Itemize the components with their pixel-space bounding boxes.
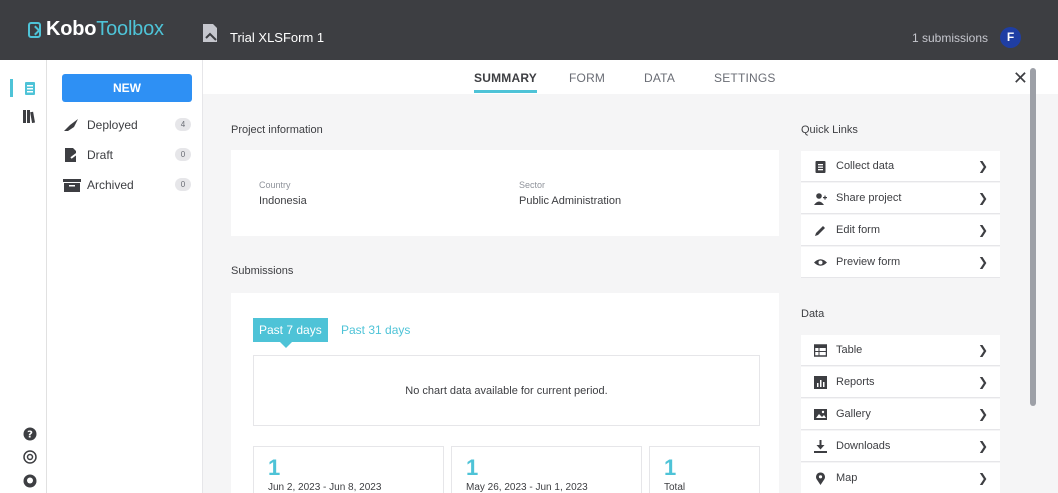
reports-icon [814,375,827,389]
submissions-count: 1 submissions [911,31,988,45]
table-icon [814,343,827,357]
github-icon[interactable] [23,474,37,488]
new-project-button[interactable]: NEW [62,74,192,102]
data-link-label: Downloads [836,440,891,452]
stat-previous-period: 1 May 26, 2023 - Jun 1, 2023 [451,446,642,493]
add-user-icon [814,192,827,205]
country-value: Indonesia [259,195,307,207]
data-link-label: Gallery [836,408,871,420]
chevron-right-icon: ❯ [977,439,988,453]
data-link-table[interactable]: Table ❯ [801,335,1000,366]
stat-number: 1 [466,455,479,480]
quick-link-collect-data[interactable]: Collect data ❯ [801,151,1000,182]
chevron-right-icon: ❯ [977,255,988,269]
data-link-label: Reports [836,376,875,388]
stat-range: May 26, 2023 - Jun 1, 2023 [466,482,588,493]
period-past-31-days-button[interactable]: Past 31 days [335,318,416,342]
main-content: SUMMARY FORM DATA SETTINGS ✕ Project inf… [203,60,1058,493]
data-link-label: Table [836,344,863,356]
quick-link-preview-form[interactable]: Preview form ❯ [801,247,1000,278]
draft-icon [65,148,80,162]
chevron-right-icon: ❯ [977,223,988,237]
quick-link-label: Preview form [836,256,901,268]
stat-current-period: 1 Jun 2, 2023 - Jun 8, 2023 [253,446,444,493]
archive-icon [63,179,81,192]
sector-value: Public Administration [519,195,622,207]
icon-rail: ? [0,60,47,493]
chevron-right-icon: ❯ [977,191,988,205]
tab-bar: SUMMARY FORM DATA SETTINGS ✕ [203,60,1058,94]
chevron-right-icon: ❯ [977,343,988,357]
tab-form[interactable]: FORM [569,71,605,85]
sidebar-item-label: Archived [87,178,134,192]
logo-text-kobo: Kobo [46,18,97,40]
sidebar-item-draft[interactable]: Draft 0 [63,146,191,164]
tab-data[interactable]: DATA [644,71,675,85]
quick-link-label: Collect data [836,160,895,172]
top-header: Kobo Toolbox Trial XLSForm 1 1 submission… [0,0,1058,60]
no-chart-data-message: No chart data available for current peri… [405,385,608,397]
tab-settings[interactable]: SETTINGS [714,71,776,85]
data-links-title: Data [801,308,825,320]
chevron-right-icon: ❯ [977,159,988,173]
tab-summary[interactable]: SUMMARY [474,71,537,93]
rocket-icon [64,119,78,131]
stat-number: 1 [664,455,677,480]
stat-total: 1 Total [649,446,760,493]
pencil-icon [815,225,825,236]
quick-link-edit-form[interactable]: Edit form ❯ [801,215,1000,246]
quick-link-label: Edit form [836,224,881,236]
project-info-card: Country Indonesia Sector Public Administ… [231,150,779,236]
sidebar-item-archived[interactable]: Archived 0 [63,176,191,194]
kobo-logo-icon [28,21,41,38]
project-title: Trial XLSForm 1 [230,30,325,45]
sidebar-item-label: Draft [87,148,114,162]
period-past-7-days-button[interactable]: Past 7 days [253,318,328,348]
gallery-icon [814,408,827,420]
data-link-reports[interactable]: Reports ❯ [801,367,1000,398]
country-label: Country [259,180,291,190]
logo-text-toolbox: Toolbox [96,18,164,40]
clipboard-icon [815,160,826,173]
library-icon[interactable] [23,109,37,123]
forms-icon[interactable] [23,81,37,95]
sidebar-item-count: 0 [175,178,191,191]
sidebar-item-label: Deployed [87,118,138,132]
chevron-right-icon: ❯ [977,471,988,485]
sidebar-item-deployed[interactable]: Deployed 4 [63,116,191,134]
chevron-right-icon: ❯ [977,375,988,389]
data-link-map[interactable]: Map ❯ [801,463,1000,493]
submissions-chart-empty: No chart data available for current peri… [253,355,760,426]
svg-text:?: ? [27,430,33,441]
user-avatar[interactable]: F [1000,27,1021,48]
eye-icon [814,258,827,266]
quick-links-title: Quick Links [801,124,858,136]
deployed-form-icon [203,24,217,42]
project-info-title: Project information [231,124,323,136]
stat-range: Total [664,482,686,493]
stat-number: 1 [268,455,281,480]
quick-link-label: Share project [836,192,902,204]
data-link-gallery[interactable]: Gallery ❯ [801,399,1000,430]
sidebar-item-count: 0 [175,148,191,161]
sector-label: Sector [519,180,546,190]
data-link-label: Map [836,472,858,484]
chevron-right-icon: ❯ [977,407,988,421]
sidebar-item-count: 4 [175,118,191,131]
close-icon[interactable]: ✕ [1013,68,1028,89]
download-icon [814,439,827,453]
kobotoolbox-logo[interactable]: Kobo Toolbox [28,18,164,41]
stat-range: Jun 2, 2023 - Jun 8, 2023 [268,482,382,493]
sidebar: NEW Deployed 4 Draft 0 Archived 0 [47,60,203,493]
rail-active-indicator [10,79,13,97]
help-icon[interactable]: ? [23,427,37,441]
vertical-scrollbar[interactable] [1030,68,1036,406]
submissions-title: Submissions [231,265,294,277]
support-icon[interactable] [23,450,37,464]
map-pin-icon [816,471,825,485]
data-link-downloads[interactable]: Downloads ❯ [801,431,1000,462]
quick-link-share-project[interactable]: Share project ❯ [801,183,1000,214]
